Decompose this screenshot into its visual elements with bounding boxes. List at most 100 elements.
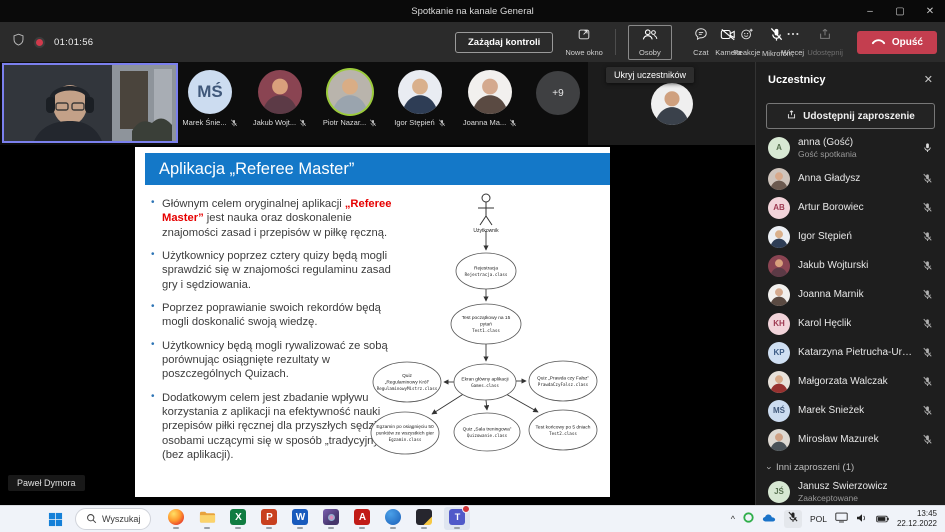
taskbar-clock[interactable]: 13:45 22.12.2022 xyxy=(897,509,937,529)
running-app-indicator xyxy=(328,527,334,529)
use-case-test2: Test końcowy po 5 dniachTest2.class xyxy=(529,410,597,450)
self-video-feed xyxy=(4,65,176,141)
window-title: Spotkanie na kanale General xyxy=(411,6,534,17)
people-button[interactable]: Osoby xyxy=(628,25,672,60)
share-button[interactable]: Udostępnij xyxy=(807,27,842,57)
muted-mic-icon[interactable] xyxy=(922,202,933,213)
microphone-button[interactable]: Mikrofon xyxy=(759,27,793,58)
excel-icon[interactable]: X xyxy=(227,508,249,529)
svg-text:„Regulaminowy Król”: „Regulaminowy Król” xyxy=(385,380,430,386)
participant-row[interactable]: Mirosław Mazurek xyxy=(756,425,945,454)
participant-row[interactable]: Anna Gładysz xyxy=(756,164,945,193)
search-icon xyxy=(86,513,97,526)
participant-row[interactable]: Joanna Marnik xyxy=(756,280,945,309)
muted-mic-icon[interactable] xyxy=(922,231,933,242)
participant-thumbnail[interactable]: Jakub Wojt... xyxy=(256,70,304,127)
self-video[interactable] xyxy=(2,63,178,143)
participants-panel: Uczestnicy ✕ Udostępnij zaproszenie Aann… xyxy=(755,62,945,505)
more-participants-badge[interactable]: +9 xyxy=(536,71,580,115)
participant-photo-avatar xyxy=(398,70,442,114)
slide-text-segment: Głównym celem oryginalnej aplikacji xyxy=(162,198,345,210)
antivirus-icon[interactable] xyxy=(743,510,754,528)
muted-mic-icon[interactable] xyxy=(922,405,933,416)
acrobat-icon[interactable]: A xyxy=(351,508,373,529)
close-panel-icon[interactable]: ✕ xyxy=(924,73,933,86)
participant-thumbnail-name: Piotr Nazar... xyxy=(323,118,366,127)
firefox-icon[interactable] xyxy=(165,508,187,529)
muted-mic-icon[interactable] xyxy=(922,173,933,184)
svg-text:pytań: pytań xyxy=(480,322,492,328)
close-button[interactable]: ✕ xyxy=(915,6,945,17)
chevron-down-icon: › xyxy=(765,466,775,469)
participant-row[interactable]: JŚJanusz ŚwierzowiczZaakceptowane xyxy=(756,475,945,508)
tray-overflow-icon[interactable]: ^ xyxy=(731,514,735,524)
notes-app-icon[interactable] xyxy=(413,508,435,529)
mic-icon[interactable] xyxy=(922,142,933,153)
svg-text:Rejestracja.class: Rejestracja.class xyxy=(465,272,508,277)
muted-mic-icon[interactable] xyxy=(922,434,933,445)
diagram-svg: Użytkownik RejestracjaRejestracja.class Te… xyxy=(370,187,610,477)
participant-name: Katarzyna Pietrucha-Urbanik xyxy=(798,347,914,358)
screen-share-canvas: Aplikacja „Referee Master” Głównym celem… xyxy=(0,145,755,505)
participant-row[interactable]: KPKatarzyna Pietrucha-Urbanik xyxy=(756,338,945,367)
muted-mic-icon[interactable] xyxy=(922,376,933,387)
share-invite-button[interactable]: Udostępnij zaproszenie xyxy=(766,103,935,129)
taskbar-search[interactable]: Wyszukaj xyxy=(75,508,151,530)
start-button[interactable] xyxy=(48,512,63,527)
invited-section-header[interactable]: ›Inni zaproszeni (1) xyxy=(756,454,945,475)
actor-uzytkownik: Użytkownik xyxy=(473,194,499,234)
participant-row[interactable]: Igor Stępień xyxy=(756,222,945,251)
participant-name: Mirosław Mazurek xyxy=(798,434,879,445)
request-control-button[interactable]: Zażądaj kontroli xyxy=(455,32,553,53)
svg-text:Egzamin po osiągnięciu 50: Egzamin po osiągnięciu 50 xyxy=(376,424,434,430)
new-window-button[interactable]: Nowe okno xyxy=(565,27,603,57)
toolbar-divider xyxy=(615,29,616,55)
participant-thumbnail-name: Jakub Wojt... xyxy=(253,118,296,127)
participant-thumbnail-name: Igor Stępień xyxy=(394,118,434,127)
participant-thumbnail[interactable]: Joanna Ma... xyxy=(466,70,514,127)
maximize-button[interactable]: ▢ xyxy=(885,6,915,17)
svg-text:punktów ze wszystkich gier: punktów ze wszystkich gier xyxy=(376,431,434,437)
muted-mic-icon[interactable] xyxy=(922,347,933,358)
muted-mic-icon[interactable] xyxy=(922,289,933,300)
participant-row[interactable]: Aanna (Gość)Gość spotkania xyxy=(756,131,945,164)
participant-row[interactable]: KHKarol Hęclik xyxy=(756,309,945,338)
participant-photo-avatar xyxy=(468,70,512,114)
thunderbird-icon[interactable] xyxy=(382,508,404,529)
svg-text:Ekran główny aplikacji: Ekran główny aplikacji xyxy=(461,376,508,382)
powerpoint-icon[interactable]: P xyxy=(258,508,280,529)
tray-mic-muted-icon[interactable] xyxy=(784,510,802,528)
system-tray: ^ POL 13:45 22.12.2022 xyxy=(731,509,939,529)
camera-button[interactable]: Kamera xyxy=(711,28,745,57)
participant-thumbnail[interactable]: Piotr Nazar... xyxy=(326,70,374,127)
teams-icon[interactable]: T xyxy=(444,507,470,530)
participant-row[interactable]: Małgorzata Walczak xyxy=(756,367,945,396)
svg-text:Test2.class: Test2.class xyxy=(549,431,577,436)
teams-meeting-window: Spotkanie na kanale General – ▢ ✕ 01:01:… xyxy=(0,0,945,532)
use-case-quiz-krol: Quiz„Regulaminowy Król”RegulaminowyMistr… xyxy=(373,362,441,402)
meeting-stage: MŚMarek Śnie... Jakub Wojt... Piotr Nazar.… xyxy=(0,62,755,505)
word-icon[interactable]: W xyxy=(289,508,311,529)
participant-row[interactable]: Jakub Wojturski xyxy=(756,251,945,280)
participant-photo-avatar xyxy=(258,70,302,114)
minimize-button[interactable]: – xyxy=(855,6,885,17)
leave-button[interactable]: Opuść xyxy=(857,31,937,54)
network-icon[interactable] xyxy=(835,510,848,528)
participant-row[interactable]: MŚMarek Śnieżek xyxy=(756,396,945,425)
volume-icon[interactable] xyxy=(856,510,868,528)
onedrive-icon[interactable] xyxy=(762,510,776,528)
graphics-app-icon[interactable] xyxy=(320,508,342,529)
explorer-icon[interactable] xyxy=(196,508,218,529)
muted-mic-icon[interactable] xyxy=(922,318,933,329)
participant-photo-avatar xyxy=(768,168,790,190)
use-case-rejestracja: RejestracjaRejestracja.class xyxy=(456,253,516,289)
participant-thumbnail[interactable]: MŚMarek Śnie... xyxy=(186,70,234,127)
participant-thumbnail[interactable]: Igor Stępień xyxy=(396,70,444,127)
muted-mic-icon[interactable] xyxy=(922,260,933,271)
battery-icon[interactable] xyxy=(876,510,889,528)
participant-photo-avatar xyxy=(768,226,790,248)
language-indicator[interactable]: POL xyxy=(810,514,827,524)
slide-text-segment: Dodatkowym celem jest zbadanie wpływu ko… xyxy=(162,392,400,461)
participant-row[interactable]: ABArtur Borowiec xyxy=(756,193,945,222)
notification-badge xyxy=(462,505,470,513)
